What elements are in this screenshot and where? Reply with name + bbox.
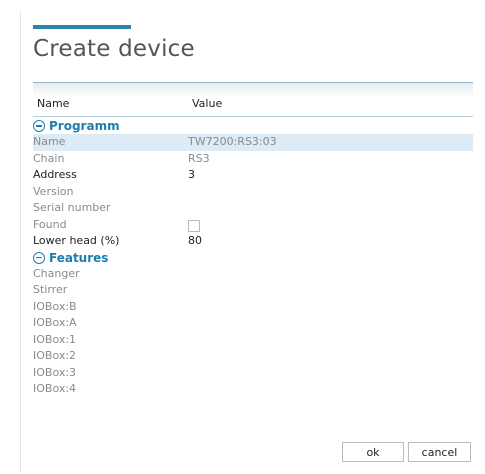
row-found[interactable]: Found — [33, 217, 473, 234]
ok-button[interactable]: ok — [342, 442, 404, 462]
row-label: Chain — [33, 151, 65, 165]
row-iobox-2[interactable]: IOBox:2 — [33, 348, 473, 365]
row-version[interactable]: Version — [33, 184, 473, 201]
row-name[interactable]: Name TW7200:RS3:03 — [33, 134, 473, 151]
section-programm[interactable]: Programm — [33, 118, 473, 134]
section-features[interactable]: Features — [33, 250, 473, 266]
row-serial-number[interactable]: Serial number — [33, 200, 473, 217]
collapse-minus-icon[interactable] — [33, 251, 45, 264]
row-value-lower-head[interactable]: 80 — [188, 233, 202, 250]
collapse-minus-icon[interactable] — [33, 120, 45, 132]
row-iobox-a[interactable]: IOBox:A — [33, 315, 473, 332]
row-label: IOBox:1 — [33, 332, 77, 346]
row-label: Serial number — [33, 201, 111, 214]
property-grid: Programm Name TW7200:RS3:03 Chain RS3 Ad… — [33, 118, 473, 398]
row-value-name: TW7200:RS3:03 — [188, 135, 277, 148]
row-label: Changer — [33, 266, 80, 280]
row-label: IOBox:3 — [33, 365, 77, 379]
row-label: Lower head (%) — [33, 234, 120, 247]
row-label: Version — [33, 184, 74, 198]
row-value-address[interactable]: 3 — [188, 167, 195, 184]
row-label: Found — [33, 217, 67, 231]
cancel-button[interactable]: cancel — [408, 442, 471, 462]
column-header-value[interactable]: Value — [192, 97, 222, 110]
row-label: Stirrer — [33, 283, 68, 296]
row-label: IOBox:4 — [33, 382, 77, 395]
create-device-dialog: Create device Name Value Programm Name T… — [20, 10, 481, 472]
row-changer[interactable]: Changer — [33, 266, 473, 283]
row-label: IOBox:2 — [33, 349, 77, 362]
found-checkbox[interactable] — [188, 219, 200, 232]
title-accent-bar — [33, 25, 131, 29]
section-label-programm: Programm — [49, 119, 120, 133]
row-iobox-b[interactable]: IOBox:B — [33, 299, 473, 316]
row-chain[interactable]: Chain RS3 — [33, 151, 473, 168]
dialog-title: Create device — [33, 36, 195, 62]
row-label: Address — [33, 168, 77, 181]
row-iobox-3[interactable]: IOBox:3 — [33, 365, 473, 382]
row-address[interactable]: Address 3 — [33, 167, 473, 184]
row-value-chain: RS3 — [188, 151, 210, 165]
row-iobox-1[interactable]: IOBox:1 — [33, 332, 473, 349]
row-label: Name — [33, 135, 66, 148]
row-label: IOBox:A — [33, 316, 77, 329]
row-lower-head[interactable]: Lower head (%) 80 — [33, 233, 473, 250]
row-label: IOBox:B — [33, 299, 77, 313]
column-header-name[interactable]: Name — [37, 97, 69, 110]
section-label-features: Features — [49, 250, 109, 265]
row-iobox-4[interactable]: IOBox:4 — [33, 381, 473, 398]
property-table-header: Name Value — [33, 83, 473, 117]
row-stirrer[interactable]: Stirrer — [33, 282, 473, 299]
